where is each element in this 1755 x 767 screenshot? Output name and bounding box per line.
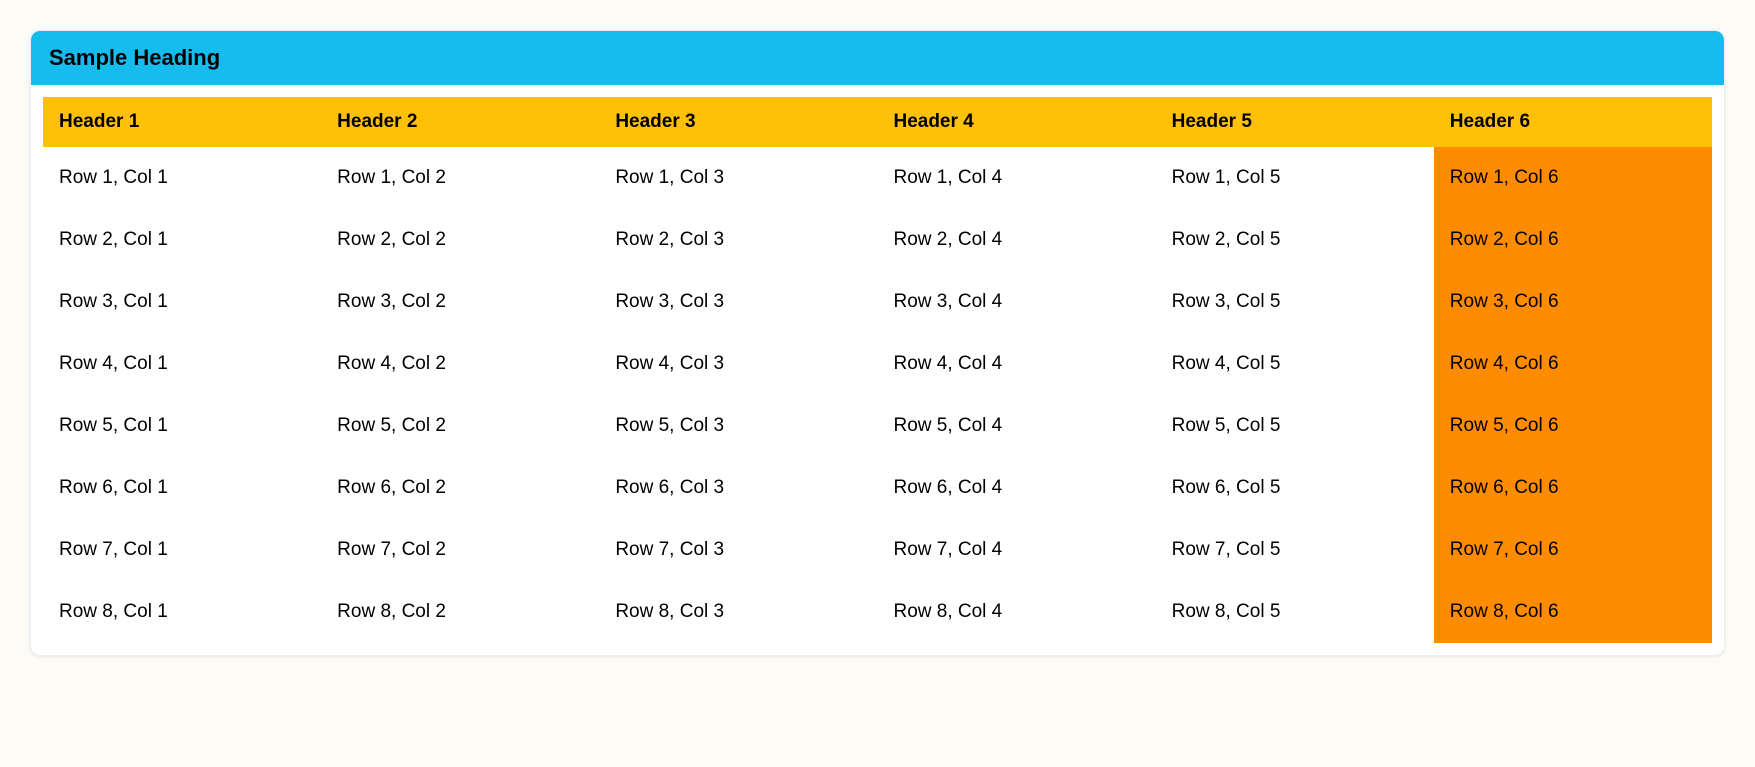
table-cell: Row 5, Col 6 (1434, 395, 1712, 457)
table-cell: Row 2, Col 6 (1434, 209, 1712, 271)
table-cell: Row 7, Col 6 (1434, 519, 1712, 581)
card-header: Sample Heading (31, 31, 1724, 85)
table-header-cell: Header 4 (877, 97, 1155, 147)
table-cell: Row 8, Col 1 (43, 581, 321, 643)
data-table: Header 1 Header 2 Header 3 Header 4 Head… (43, 97, 1712, 643)
table-cell: Row 1, Col 2 (321, 147, 599, 209)
table-cell: Row 7, Col 1 (43, 519, 321, 581)
table-row: Row 8, Col 1 Row 8, Col 2 Row 8, Col 3 R… (43, 581, 1712, 643)
table-cell: Row 7, Col 3 (599, 519, 877, 581)
table-cell: Row 7, Col 2 (321, 519, 599, 581)
table-cell: Row 4, Col 1 (43, 333, 321, 395)
table-cell: Row 6, Col 3 (599, 457, 877, 519)
table-row: Row 7, Col 1 Row 7, Col 2 Row 7, Col 3 R… (43, 519, 1712, 581)
table-cell: Row 3, Col 3 (599, 271, 877, 333)
table-row: Row 3, Col 1 Row 3, Col 2 Row 3, Col 3 R… (43, 271, 1712, 333)
table-cell: Row 1, Col 4 (877, 147, 1155, 209)
table-cell: Row 1, Col 6 (1434, 147, 1712, 209)
table-cell: Row 8, Col 6 (1434, 581, 1712, 643)
table-cell: Row 3, Col 1 (43, 271, 321, 333)
table-cell: Row 1, Col 1 (43, 147, 321, 209)
table-header-cell: Header 3 (599, 97, 877, 147)
table-cell: Row 6, Col 2 (321, 457, 599, 519)
table-cell: Row 1, Col 5 (1156, 147, 1434, 209)
table-cell: Row 2, Col 1 (43, 209, 321, 271)
table-cell: Row 1, Col 3 (599, 147, 877, 209)
table-header-cell: Header 5 (1156, 97, 1434, 147)
table-cell: Row 6, Col 6 (1434, 457, 1712, 519)
table-cell: Row 4, Col 3 (599, 333, 877, 395)
table-cell: Row 6, Col 5 (1156, 457, 1434, 519)
table-cell: Row 4, Col 5 (1156, 333, 1434, 395)
table-cell: Row 8, Col 2 (321, 581, 599, 643)
table-cell: Row 4, Col 6 (1434, 333, 1712, 395)
table-cell: Row 3, Col 5 (1156, 271, 1434, 333)
card-body: Header 1 Header 2 Header 3 Header 4 Head… (31, 85, 1724, 655)
table-cell: Row 4, Col 2 (321, 333, 599, 395)
table-cell: Row 8, Col 3 (599, 581, 877, 643)
table-cell: Row 5, Col 1 (43, 395, 321, 457)
table-cell: Row 2, Col 2 (321, 209, 599, 271)
table-cell: Row 5, Col 2 (321, 395, 599, 457)
table-cell: Row 8, Col 4 (877, 581, 1155, 643)
table-row: Row 6, Col 1 Row 6, Col 2 Row 6, Col 3 R… (43, 457, 1712, 519)
table-header-cell: Header 1 (43, 97, 321, 147)
table-header-cell: Header 2 (321, 97, 599, 147)
table-cell: Row 7, Col 5 (1156, 519, 1434, 581)
table-cell: Row 6, Col 1 (43, 457, 321, 519)
table-cell: Row 3, Col 2 (321, 271, 599, 333)
table-cell: Row 6, Col 4 (877, 457, 1155, 519)
table-cell: Row 7, Col 4 (877, 519, 1155, 581)
table-row: Row 1, Col 1 Row 1, Col 2 Row 1, Col 3 R… (43, 147, 1712, 209)
table-row: Row 4, Col 1 Row 4, Col 2 Row 4, Col 3 R… (43, 333, 1712, 395)
table-cell: Row 3, Col 4 (877, 271, 1155, 333)
table-cell: Row 8, Col 5 (1156, 581, 1434, 643)
table-header-row: Header 1 Header 2 Header 3 Header 4 Head… (43, 97, 1712, 147)
table-row: Row 2, Col 1 Row 2, Col 2 Row 2, Col 3 R… (43, 209, 1712, 271)
table-cell: Row 5, Col 5 (1156, 395, 1434, 457)
table-cell: Row 4, Col 4 (877, 333, 1155, 395)
card-heading: Sample Heading (49, 45, 1706, 71)
table-cell: Row 2, Col 5 (1156, 209, 1434, 271)
table-cell: Row 2, Col 4 (877, 209, 1155, 271)
table-row: Row 5, Col 1 Row 5, Col 2 Row 5, Col 3 R… (43, 395, 1712, 457)
table-cell: Row 5, Col 4 (877, 395, 1155, 457)
table-cell: Row 3, Col 6 (1434, 271, 1712, 333)
table-cell: Row 2, Col 3 (599, 209, 877, 271)
card-container: Sample Heading Header 1 Header 2 Header … (30, 30, 1725, 656)
table-header-cell: Header 6 (1434, 97, 1712, 147)
table-cell: Row 5, Col 3 (599, 395, 877, 457)
